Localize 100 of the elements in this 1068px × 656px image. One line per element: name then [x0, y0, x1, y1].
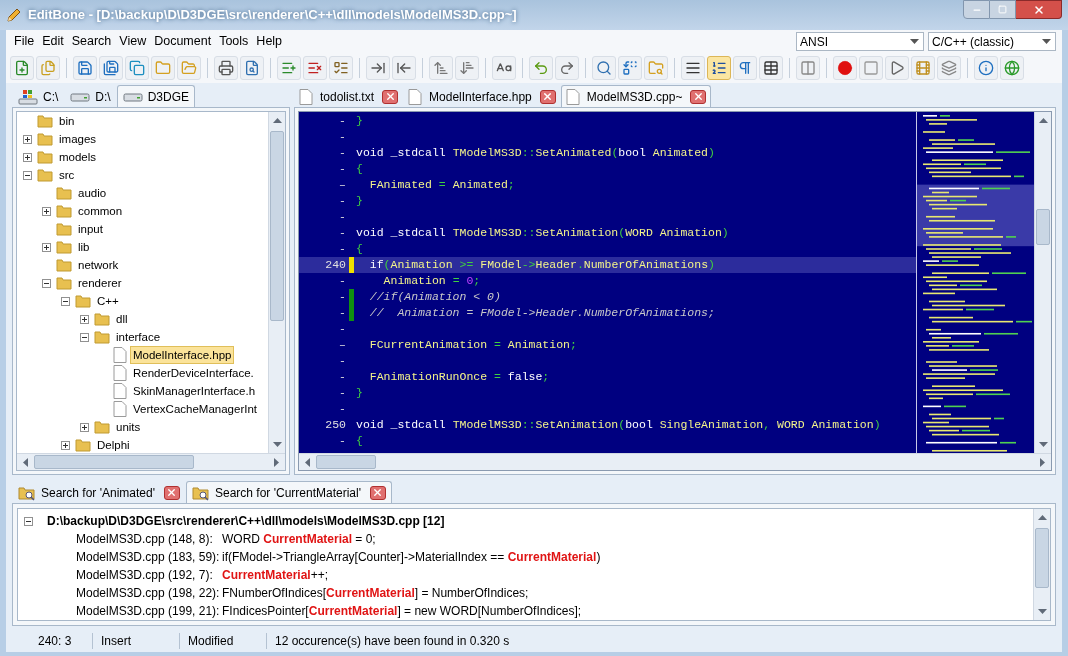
- drive-tab[interactable]: C:\: [12, 85, 65, 107]
- horizontal-scrollbar[interactable]: [299, 453, 1051, 470]
- close-tab-button[interactable]: [690, 89, 707, 104]
- scrollbar-thumb[interactable]: [316, 455, 376, 469]
- tree-item[interactable]: bin: [56, 112, 78, 130]
- drive-tab[interactable]: D:\: [64, 85, 117, 107]
- scroll-left-icon[interactable]: [23, 457, 28, 467]
- result-location[interactable]: ModelMS3D.cpp (148, 8):: [76, 530, 222, 548]
- toolbar-button[interactable]: [329, 56, 353, 80]
- scroll-down-icon[interactable]: [1038, 442, 1048, 447]
- expand-icon[interactable]: [42, 242, 51, 252]
- tree-item[interactable]: network: [75, 256, 122, 274]
- toolbar-button[interactable]: [492, 56, 516, 80]
- menu-item[interactable]: Help: [252, 32, 287, 51]
- vertical-scrollbar[interactable]: [268, 112, 285, 453]
- tree-item[interactable]: renderer: [75, 274, 125, 292]
- menu-item[interactable]: Edit: [38, 32, 68, 51]
- expand-icon[interactable]: [61, 440, 70, 450]
- dropdown-arrow-icon[interactable]: [910, 39, 919, 44]
- code-editor[interactable]: [298, 111, 1052, 471]
- scroll-left-icon[interactable]: [305, 457, 310, 467]
- scroll-right-icon[interactable]: [1040, 457, 1045, 467]
- expand-icon[interactable]: [80, 314, 89, 324]
- tree-item[interactable]: interface: [113, 328, 164, 346]
- result-file-path[interactable]: D:\backup\D\D3DGE\src\renderer\C++\dll\models\ModelMS3D.cpp [12]: [47, 512, 445, 530]
- dropdown-arrow-icon[interactable]: [1042, 39, 1051, 44]
- menu-item[interactable]: File: [10, 32, 39, 51]
- code-line: FCurrentAnimation = Animation;: [368, 337, 577, 354]
- toolbar-button[interactable]: [681, 56, 705, 80]
- menu-item[interactable]: Search: [67, 32, 116, 51]
- menu-item[interactable]: View: [115, 32, 151, 51]
- result-location[interactable]: ModelMS3D.cpp (183, 59):: [76, 548, 222, 566]
- maximize-button[interactable]: [990, 0, 1016, 19]
- tree-item[interactable]: dll: [113, 310, 131, 328]
- tree-item[interactable]: units: [113, 418, 144, 436]
- result-code[interactable]: WORD CurrentMaterial = 0;: [222, 530, 376, 548]
- result-location[interactable]: ModelMS3D.cpp (192, 7):: [76, 566, 222, 584]
- scroll-down-icon[interactable]: [1037, 609, 1047, 614]
- tree-item[interactable]: SkinManagerInterface.h: [130, 382, 259, 400]
- toolbar-button[interactable]: [885, 56, 909, 80]
- menu-item[interactable]: Tools: [215, 32, 253, 51]
- menu-item[interactable]: Document: [150, 32, 216, 51]
- result-location[interactable]: ModelMS3D.cpp (199, 21):: [76, 602, 222, 620]
- vertical-scrollbar[interactable]: [1034, 112, 1051, 453]
- encoding-dropdown[interactable]: ANSI: [796, 32, 924, 51]
- scrollbar-thumb[interactable]: [1035, 528, 1049, 588]
- tree-item[interactable]: common: [75, 202, 126, 220]
- scrollbar-thumb[interactable]: [270, 131, 284, 321]
- toolbar-button[interactable]: [707, 56, 731, 80]
- tree-item[interactable]: ModelInterface.hpp: [130, 346, 235, 364]
- scroll-up-icon[interactable]: [1038, 118, 1048, 123]
- tree-item[interactable]: input: [75, 220, 106, 238]
- collapse-icon[interactable]: [24, 516, 33, 526]
- horizontal-scrollbar[interactable]: [17, 453, 285, 470]
- scrollbar-thumb[interactable]: [1036, 209, 1050, 245]
- collapse-icon[interactable]: [42, 278, 51, 288]
- result-code[interactable]: if(FModel->TriangleArray[Counter]->MaterialIndex == CurrentMaterial): [222, 548, 601, 566]
- toolbar-button[interactable]: [759, 56, 783, 80]
- collapse-icon[interactable]: [23, 170, 32, 180]
- result-code[interactable]: CurrentMaterial++;: [222, 566, 329, 584]
- file-tab[interactable]: ModelMS3D.cpp~: [560, 85, 712, 107]
- scroll-up-icon[interactable]: [1037, 515, 1047, 520]
- search-tab[interactable]: Search for 'CurrentMaterial': [186, 481, 392, 503]
- drive-tab[interactable]: D3DGE: [116, 85, 196, 107]
- expand-icon[interactable]: [80, 422, 89, 432]
- scroll-right-icon[interactable]: [274, 457, 279, 467]
- tree-item[interactable]: audio: [75, 184, 110, 202]
- close-tab-button[interactable]: [164, 485, 180, 500]
- close-tab-button[interactable]: [382, 89, 399, 104]
- scroll-down-icon[interactable]: [272, 442, 282, 447]
- file-tab[interactable]: ModelInterface.hpp: [403, 85, 561, 107]
- code-minimap[interactable]: [917, 112, 1034, 453]
- result-code[interactable]: FNumberOfIndices[CurrentMaterial] = NumberOfIndices;: [222, 584, 529, 602]
- close-tab-button[interactable]: [539, 89, 556, 104]
- expand-icon[interactable]: [42, 206, 51, 216]
- toolbar-button[interactable]: [303, 56, 327, 80]
- toolbar-button[interactable]: [214, 56, 238, 80]
- tree-item[interactable]: images: [56, 130, 100, 148]
- tree-item[interactable]: models: [56, 148, 100, 166]
- tree-item[interactable]: src: [56, 166, 78, 184]
- close-button[interactable]: [1016, 0, 1062, 19]
- scrollbar-thumb[interactable]: [34, 455, 194, 469]
- result-code[interactable]: FIndicesPointer[CurrentMaterial] = new WORD[NumberOfIndices];: [222, 602, 582, 620]
- file-tab[interactable]: todolist.txt: [294, 85, 404, 107]
- tree-item[interactable]: C++: [94, 292, 122, 310]
- expand-icon[interactable]: [23, 152, 32, 162]
- highlighter-dropdown[interactable]: C/C++ (classic): [928, 32, 1056, 51]
- collapse-icon[interactable]: [80, 332, 89, 342]
- vertical-scrollbar[interactable]: [1033, 509, 1050, 620]
- tree-item[interactable]: lib: [75, 238, 93, 256]
- collapse-icon[interactable]: [61, 296, 70, 306]
- close-tab-button[interactable]: [369, 485, 386, 500]
- scroll-up-icon[interactable]: [272, 118, 282, 123]
- tree-item[interactable]: VertexCacheManagerInt: [130, 400, 261, 418]
- tree-item[interactable]: Delphi: [94, 436, 133, 453]
- tree-item[interactable]: RenderDeviceInterface.: [130, 364, 257, 382]
- minimize-button[interactable]: [963, 0, 990, 19]
- result-location[interactable]: ModelMS3D.cpp (198, 22):: [76, 584, 222, 602]
- expand-icon[interactable]: [23, 134, 32, 144]
- search-tab[interactable]: Search for 'Animated': [12, 481, 186, 503]
